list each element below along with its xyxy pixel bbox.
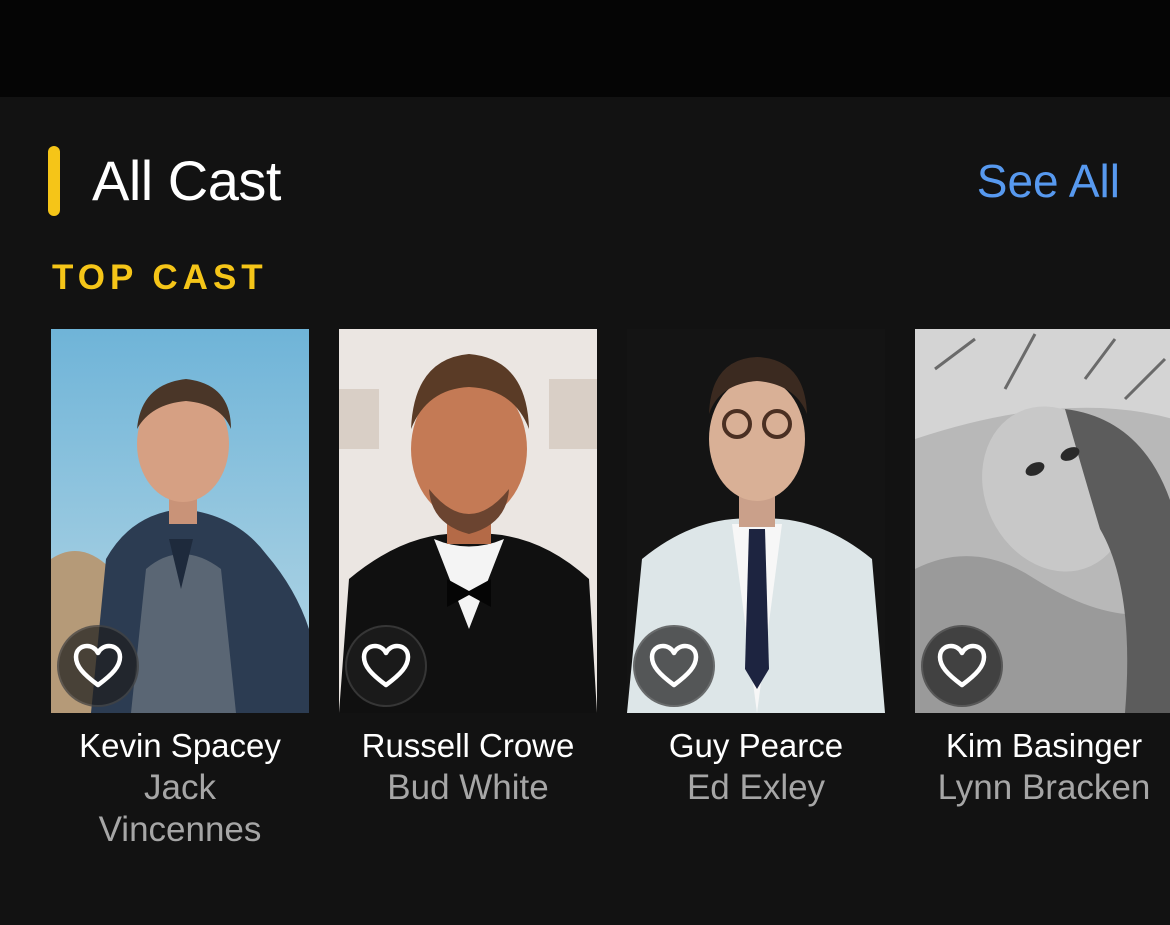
actor-photo[interactable] bbox=[51, 329, 309, 713]
cast-card[interactable]: Kevin Spacey Jack Vincennes bbox=[51, 329, 309, 851]
character-name: Bud White bbox=[387, 768, 549, 807]
accent-bar bbox=[48, 146, 60, 216]
see-all-link[interactable]: See All bbox=[977, 148, 1120, 214]
actor-photo[interactable] bbox=[339, 329, 597, 713]
top-cast-heading: TOP CAST bbox=[52, 258, 268, 297]
section-title: All Cast bbox=[92, 149, 281, 212]
favorite-button[interactable] bbox=[633, 625, 715, 707]
character-name: Ed Exley bbox=[686, 768, 826, 807]
favorite-button[interactable] bbox=[345, 625, 427, 707]
actor-photo[interactable] bbox=[627, 329, 885, 713]
heart-icon bbox=[649, 643, 699, 688]
heart-icon bbox=[937, 643, 987, 688]
cast-carousel[interactable]: Kevin Spacey Jack Vincennes Russell Crow… bbox=[0, 329, 1170, 889]
actor-name: Kim Basinger bbox=[945, 727, 1143, 764]
actor-name: Kevin Spacey bbox=[79, 727, 281, 764]
top-bar bbox=[0, 0, 1170, 97]
actor-name: Guy Pearce bbox=[668, 727, 844, 764]
character-name: Jack Vincennes bbox=[98, 768, 262, 849]
favorite-button[interactable] bbox=[57, 625, 139, 707]
actor-name: Russell Crowe bbox=[361, 727, 575, 764]
favorite-button[interactable] bbox=[921, 625, 1003, 707]
actor-photo[interactable] bbox=[915, 329, 1170, 713]
cast-card[interactable]: Guy Pearce Ed Exley bbox=[627, 329, 885, 809]
heart-icon bbox=[73, 643, 123, 688]
heart-icon bbox=[361, 643, 411, 688]
cast-card[interactable]: Kim Basinger Lynn Bracken bbox=[915, 329, 1170, 809]
section-header: All Cast See All bbox=[0, 140, 1170, 220]
character-name: Lynn Bracken bbox=[937, 768, 1151, 807]
cast-card[interactable]: Russell Crowe Bud White bbox=[339, 329, 597, 809]
